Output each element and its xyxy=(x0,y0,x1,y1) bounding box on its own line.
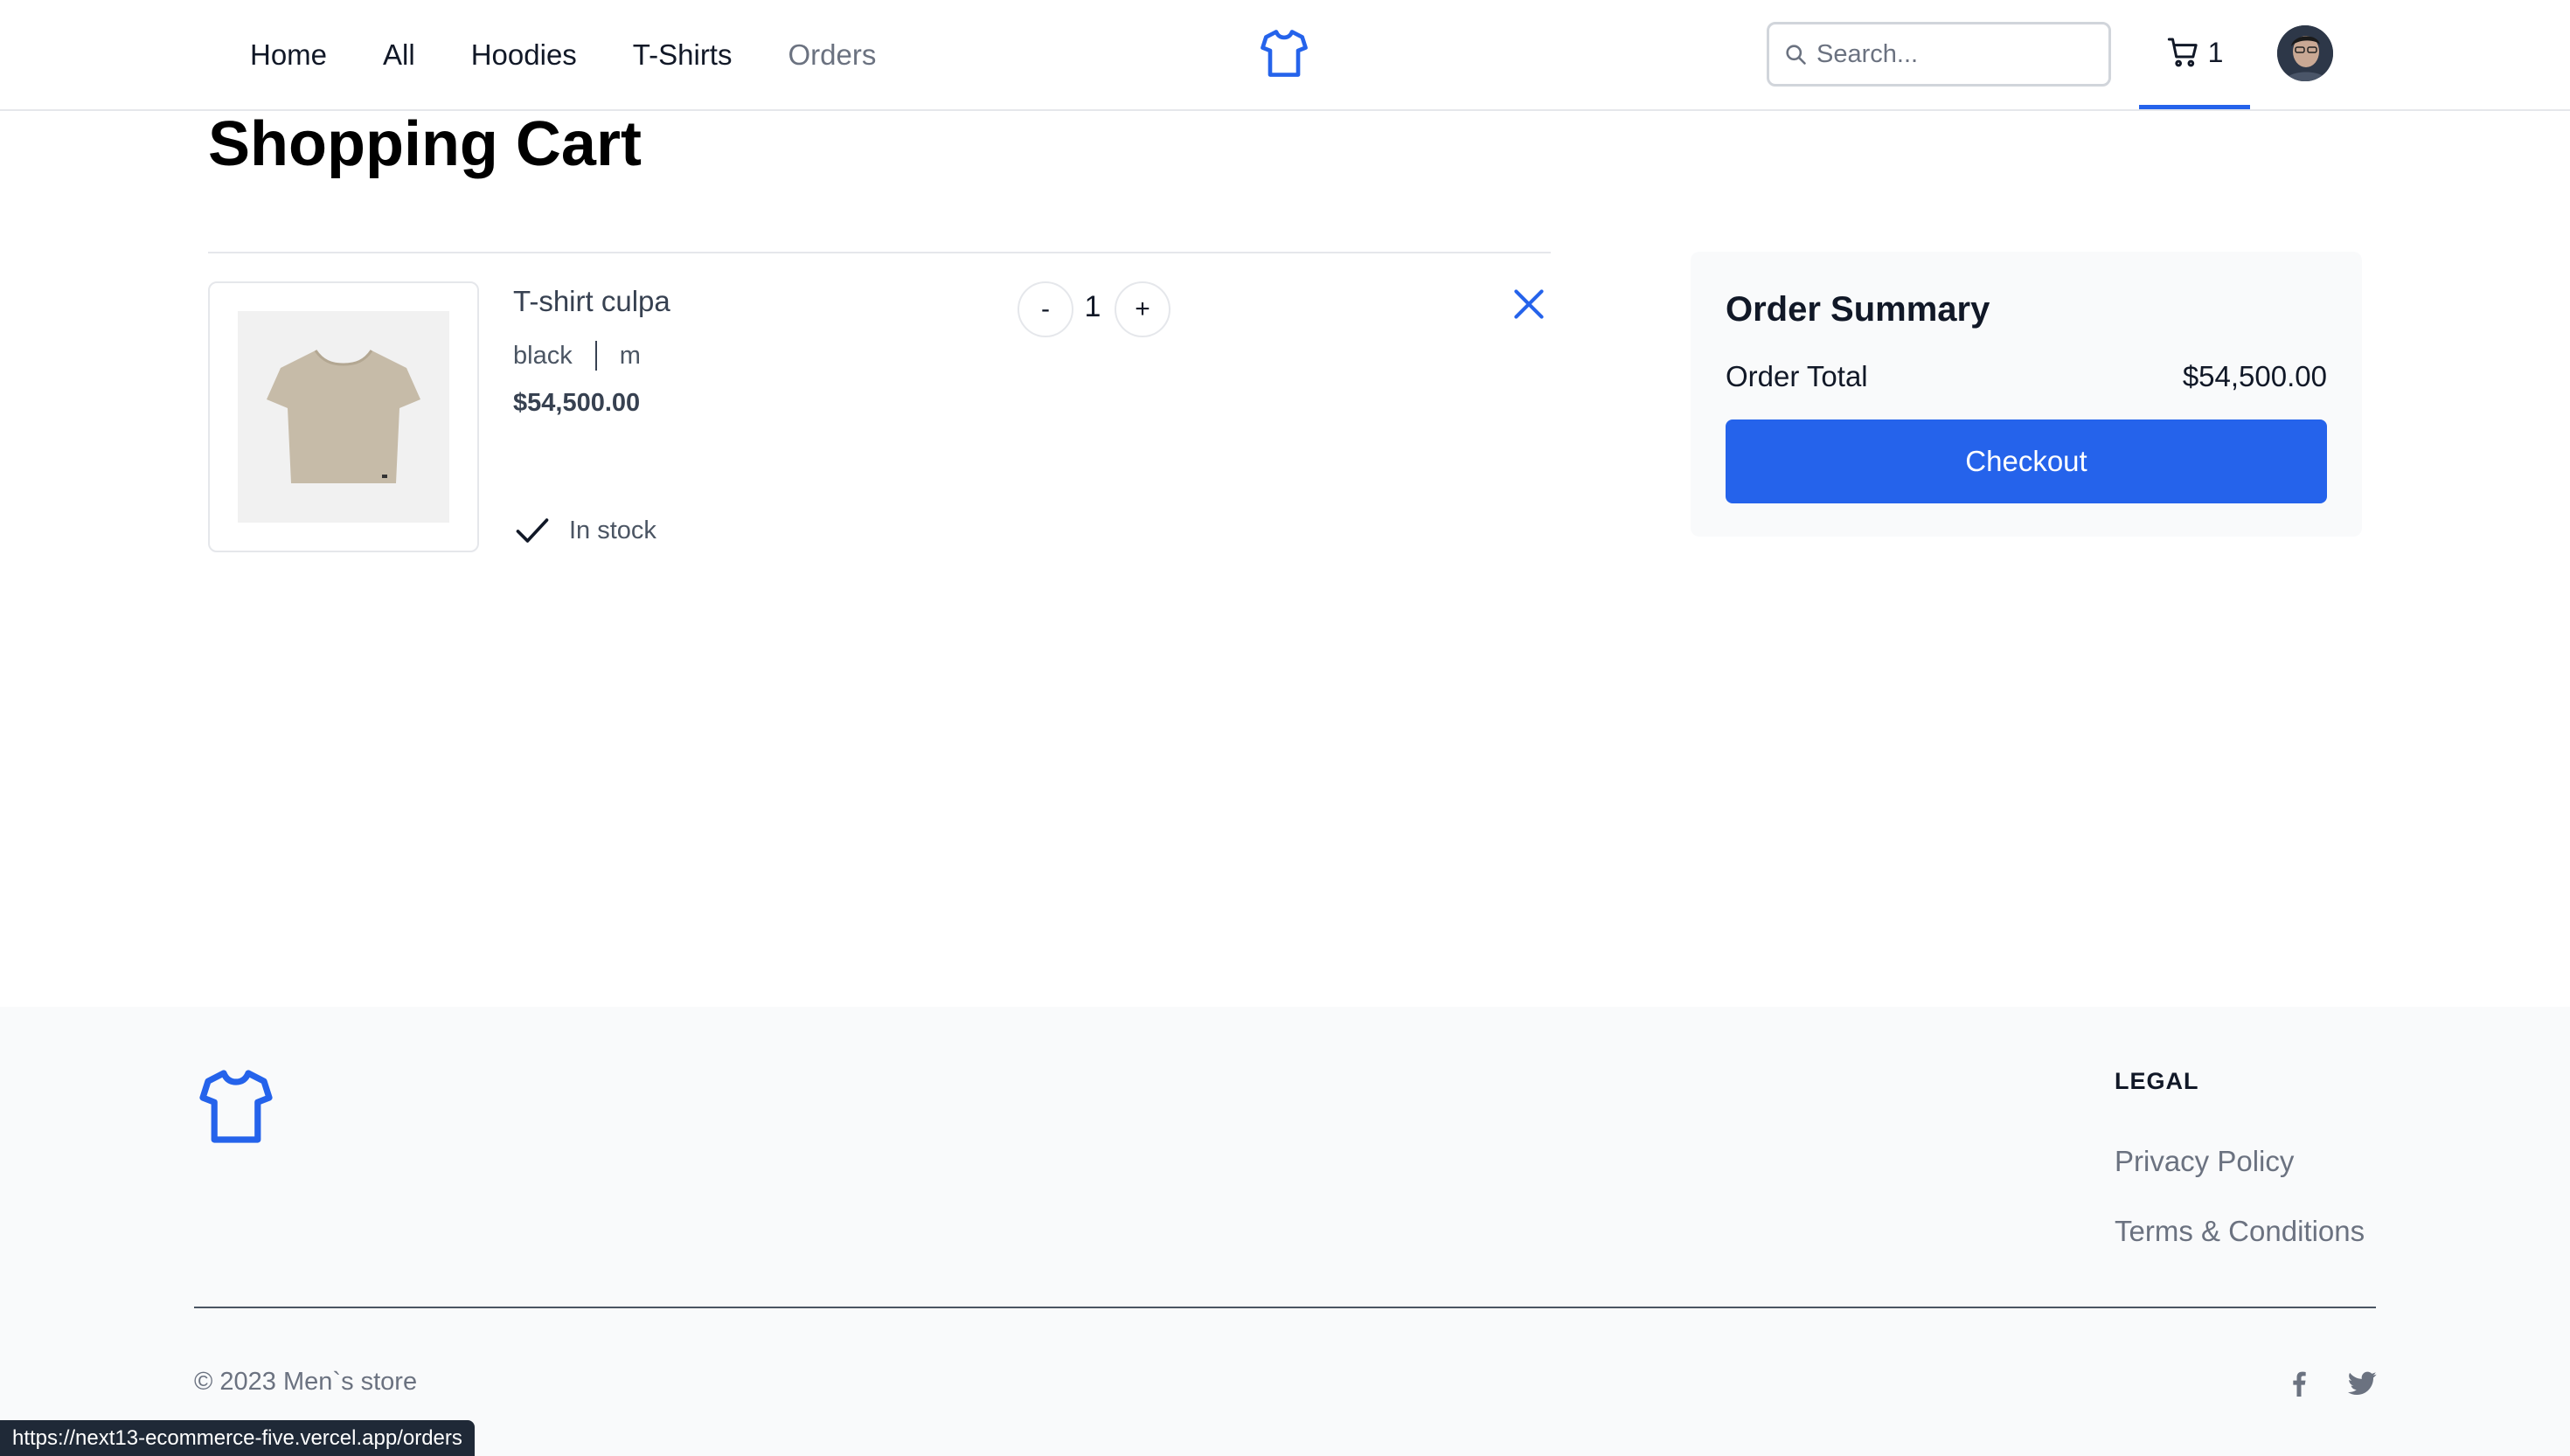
copyright-text: © 2023 Men`s store xyxy=(194,1368,418,1396)
order-summary-title: Order Summary xyxy=(1726,290,1990,329)
product-price: $54,500.00 xyxy=(513,389,641,417)
nav-home[interactable]: Home xyxy=(250,38,327,72)
cart-count: 1 xyxy=(2207,36,2224,68)
quantity-increment-button[interactable]: + xyxy=(1115,281,1170,337)
product-image[interactable] xyxy=(208,281,479,552)
footer-divider xyxy=(194,1307,2376,1308)
main-nav: Home All Hoodies T-Shirts Orders xyxy=(250,0,932,109)
tshirt-icon[interactable] xyxy=(194,1064,278,1148)
order-total-label: Order Total xyxy=(1726,360,1868,392)
terms-conditions-link[interactable]: Terms & Conditions xyxy=(2115,1215,2365,1248)
check-icon xyxy=(516,518,549,543)
nav-all[interactable]: All xyxy=(383,38,415,72)
variant-separator xyxy=(594,341,597,371)
product-size: m xyxy=(619,341,641,370)
search-icon xyxy=(1786,45,1806,65)
product-variant: black m xyxy=(513,341,641,371)
avatar[interactable] xyxy=(2277,25,2333,81)
nav-hoodies[interactable]: Hoodies xyxy=(471,38,577,72)
remove-item-button[interactable] xyxy=(1507,282,1551,326)
close-icon xyxy=(1514,289,1544,319)
twitter-icon[interactable] xyxy=(2344,1366,2379,1401)
page-title: Shopping Cart xyxy=(208,109,642,179)
product-name[interactable]: T-shirt culpa xyxy=(513,285,670,318)
search-input[interactable] xyxy=(1816,39,2096,69)
legal-heading: LEGAL xyxy=(2115,1068,2199,1094)
tshirt-icon[interactable] xyxy=(1257,26,1311,80)
nav-orders[interactable]: Orders xyxy=(788,38,876,72)
cart-divider xyxy=(208,252,1551,253)
facebook-icon[interactable] xyxy=(2282,1366,2316,1401)
order-summary: Order Summary Order Total $54,500.00 Che… xyxy=(1691,252,2362,537)
user-photo xyxy=(2277,25,2333,81)
product-photo xyxy=(238,311,449,523)
quantity-value: 1 xyxy=(1084,290,1101,323)
privacy-policy-link[interactable]: Privacy Policy xyxy=(2115,1145,2294,1178)
cart-button[interactable]: 1 xyxy=(2139,0,2250,109)
quantity-decrement-button[interactable]: - xyxy=(1018,281,1073,337)
checkout-button[interactable]: Checkout xyxy=(1726,419,2327,503)
tshirt-photo xyxy=(267,350,420,483)
stock-label: In stock xyxy=(569,516,656,544)
stock-status: In stock xyxy=(513,511,656,550)
cart-icon xyxy=(2167,38,2198,67)
status-bar-url: https://next13-ecommerce-five.vercel.app… xyxy=(0,1420,475,1456)
product-color: black xyxy=(513,341,573,370)
site-header: Home All Hoodies T-Shirts Orders 1 xyxy=(0,0,2570,111)
search-box xyxy=(1767,22,2111,87)
nav-tshirts[interactable]: T-Shirts xyxy=(633,38,733,72)
order-total-value: $54,500.00 xyxy=(2182,360,2327,392)
